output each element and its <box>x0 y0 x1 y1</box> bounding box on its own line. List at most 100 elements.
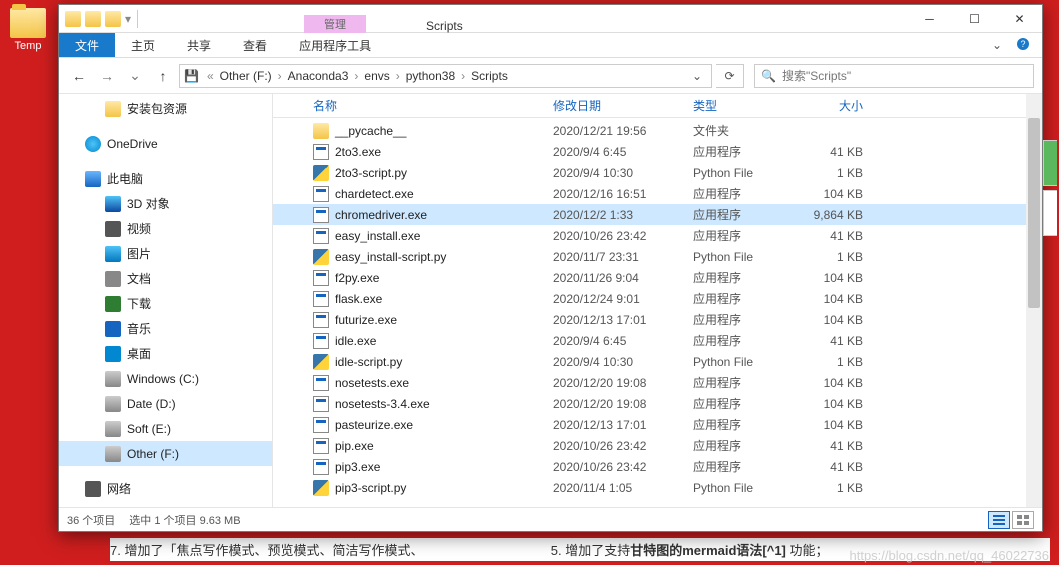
file-row[interactable]: __pycache__2020/12/21 19:56文件夹 <box>273 120 1042 141</box>
sidebar-item[interactable]: 文档 <box>59 266 272 291</box>
file-row[interactable]: idle-script.py2020/9/4 10:30Python File1… <box>273 351 1042 372</box>
col-size[interactable]: 大小 <box>803 97 883 114</box>
sidebar-item[interactable]: 桌面 <box>59 341 272 366</box>
file-row[interactable]: futurize.exe2020/12/13 17:01应用程序104 KB <box>273 309 1042 330</box>
sidebar-item[interactable]: Soft (E:) <box>59 416 272 441</box>
file-row[interactable]: nosetests.exe2020/12/20 19:08应用程序104 KB <box>273 372 1042 393</box>
sidebar-item[interactable]: Windows (C:) <box>59 366 272 391</box>
file-type: 应用程序 <box>693 290 803 307</box>
file-row[interactable]: easy_install-script.py2020/11/7 23:31Pyt… <box>273 246 1042 267</box>
app-icon[interactable] <box>65 11 81 27</box>
tab-file[interactable]: 文件 <box>59 33 115 57</box>
tab-share[interactable]: 共享 <box>171 33 227 57</box>
view-details-button[interactable] <box>988 511 1010 529</box>
sidebar-item[interactable]: OneDrive <box>59 131 272 156</box>
sidebar-item[interactable]: 网络 <box>59 476 272 501</box>
file-row[interactable]: idle.exe2020/9/4 6:45应用程序41 KB <box>273 330 1042 351</box>
breadcrumb-item[interactable]: Other (F:) <box>218 69 274 83</box>
chevron-right-icon[interactable]: › <box>457 69 469 83</box>
tab-view[interactable]: 查看 <box>227 33 283 57</box>
sidebar-item[interactable]: 此电脑 <box>59 166 272 191</box>
sidebar-item[interactable]: 下载 <box>59 291 272 316</box>
desktop-icon-temp[interactable]: Temp <box>4 8 52 52</box>
folder-icon <box>10 8 46 38</box>
file-name: __pycache__ <box>335 124 406 138</box>
file-size: 41 KB <box>803 334 883 348</box>
ribbon-expand-icon[interactable]: ⌄ <box>986 38 1008 52</box>
file-name: idle-script.py <box>335 355 402 369</box>
search-input[interactable]: 🔍 搜索"Scripts" <box>754 64 1034 88</box>
search-icon: 🔍 <box>761 69 776 83</box>
breadcrumb-item[interactable]: envs <box>362 69 391 83</box>
col-name[interactable]: 名称 <box>313 97 553 114</box>
file-rows[interactable]: __pycache__2020/12/21 19:56文件夹2to3.exe20… <box>273 118 1042 507</box>
sidebar-item[interactable]: 3D 对象 <box>59 191 272 216</box>
file-row[interactable]: easy_install.exe2020/10/26 23:42应用程序41 K… <box>273 225 1042 246</box>
doc-icon <box>105 271 121 287</box>
view-icons-button[interactable] <box>1012 511 1034 529</box>
title-bar[interactable]: ▾ 管理 Scripts ─ ☐ ✕ <box>59 5 1042 33</box>
file-type: 应用程序 <box>693 206 803 223</box>
col-date[interactable]: 修改日期 <box>553 97 693 114</box>
tab-app-tools[interactable]: 应用程序工具 <box>283 33 387 57</box>
minimize-button[interactable]: ─ <box>907 5 952 33</box>
status-item-count: 36 个项目 <box>67 512 115 528</box>
file-row[interactable]: chromedriver.exe2020/12/2 1:33应用程序9,864 … <box>273 204 1042 225</box>
nav-forward-button[interactable]: → <box>95 64 119 88</box>
file-size: 104 KB <box>803 418 883 432</box>
vertical-scrollbar[interactable] <box>1026 94 1042 507</box>
file-row[interactable]: pip3.exe2020/10/26 23:42应用程序41 KB <box>273 456 1042 477</box>
col-type[interactable]: 类型 <box>693 97 803 114</box>
nav-back-button[interactable]: ← <box>67 64 91 88</box>
file-type-icon <box>313 144 329 160</box>
sidebar-item[interactable]: 安装包资源 <box>59 96 272 121</box>
refresh-button[interactable]: ⟳ <box>716 64 744 88</box>
breadcrumb-item[interactable]: Scripts <box>469 69 510 83</box>
nav-recent-dropdown[interactable]: ⌄ <box>123 64 147 88</box>
close-button[interactable]: ✕ <box>997 5 1042 33</box>
sidebar-item-label: 下载 <box>127 295 151 312</box>
sidebar-item[interactable]: 图片 <box>59 241 272 266</box>
help-icon[interactable]: ? <box>1012 37 1034 54</box>
file-row[interactable]: 2to3-script.py2020/9/4 10:30Python File1… <box>273 162 1042 183</box>
separator <box>137 10 138 28</box>
address-dropdown-icon[interactable]: ⌄ <box>687 69 707 83</box>
file-row[interactable]: pip.exe2020/10/26 23:42应用程序41 KB <box>273 435 1042 456</box>
file-row[interactable]: pip3-script.py2020/11/4 1:05Python File1… <box>273 477 1042 498</box>
maximize-button[interactable]: ☐ <box>952 5 997 33</box>
file-row[interactable]: f2py.exe2020/11/26 9:04应用程序104 KB <box>273 267 1042 288</box>
chevron-right-icon[interactable]: › <box>274 69 286 83</box>
edge-tab-1[interactable] <box>1043 140 1057 186</box>
sidebar-item[interactable]: Other (F:) <box>59 441 272 466</box>
address-bar[interactable]: 💾 « Other (F:)›Anaconda3›envs›python38›S… <box>179 64 712 88</box>
sidebar-item-label: 网络 <box>107 480 131 497</box>
breadcrumb-item[interactable]: Anaconda3 <box>286 69 351 83</box>
file-row[interactable]: 2to3.exe2020/9/4 6:45应用程序41 KB <box>273 141 1042 162</box>
chevron-right-icon[interactable]: › <box>392 69 404 83</box>
chevron-right-icon[interactable]: › <box>350 69 362 83</box>
sidebar-item[interactable]: 音乐 <box>59 316 272 341</box>
sidebar-item[interactable]: 视频 <box>59 216 272 241</box>
file-row[interactable]: flask.exe2020/12/24 9:01应用程序104 KB <box>273 288 1042 309</box>
tab-home[interactable]: 主页 <box>115 33 171 57</box>
file-type: 应用程序 <box>693 458 803 475</box>
chevron-right-icon[interactable]: « <box>203 69 218 83</box>
file-type-icon <box>313 375 329 391</box>
quick-access-toolbar: ▾ <box>59 10 144 28</box>
file-date: 2020/9/4 10:30 <box>553 355 693 369</box>
file-row[interactable]: nosetests-3.4.exe2020/12/20 19:08应用程序104… <box>273 393 1042 414</box>
qat-dropdown-icon[interactable]: ▾ <box>125 12 131 26</box>
nav-up-button[interactable]: ↑ <box>151 64 175 88</box>
nav-sidebar[interactable]: 安装包资源 OneDrive 此电脑3D 对象视频图片文档下载音乐桌面Windows… <box>59 94 273 507</box>
qat-properties-icon[interactable] <box>85 11 101 27</box>
breadcrumb-item[interactable]: python38 <box>404 69 457 83</box>
edge-tab-2[interactable] <box>1043 190 1057 236</box>
scroll-thumb[interactable] <box>1028 118 1040 308</box>
sidebar-item[interactable]: Date (D:) <box>59 391 272 416</box>
file-type: 应用程序 <box>693 374 803 391</box>
file-row[interactable]: pasteurize.exe2020/12/13 17:01应用程序104 KB <box>273 414 1042 435</box>
qat-newfolder-icon[interactable] <box>105 11 121 27</box>
file-row[interactable]: chardetect.exe2020/12/16 16:51应用程序104 KB <box>273 183 1042 204</box>
file-type-icon <box>313 249 329 265</box>
column-headers[interactable]: 名称 修改日期 类型 大小 <box>273 94 1042 118</box>
